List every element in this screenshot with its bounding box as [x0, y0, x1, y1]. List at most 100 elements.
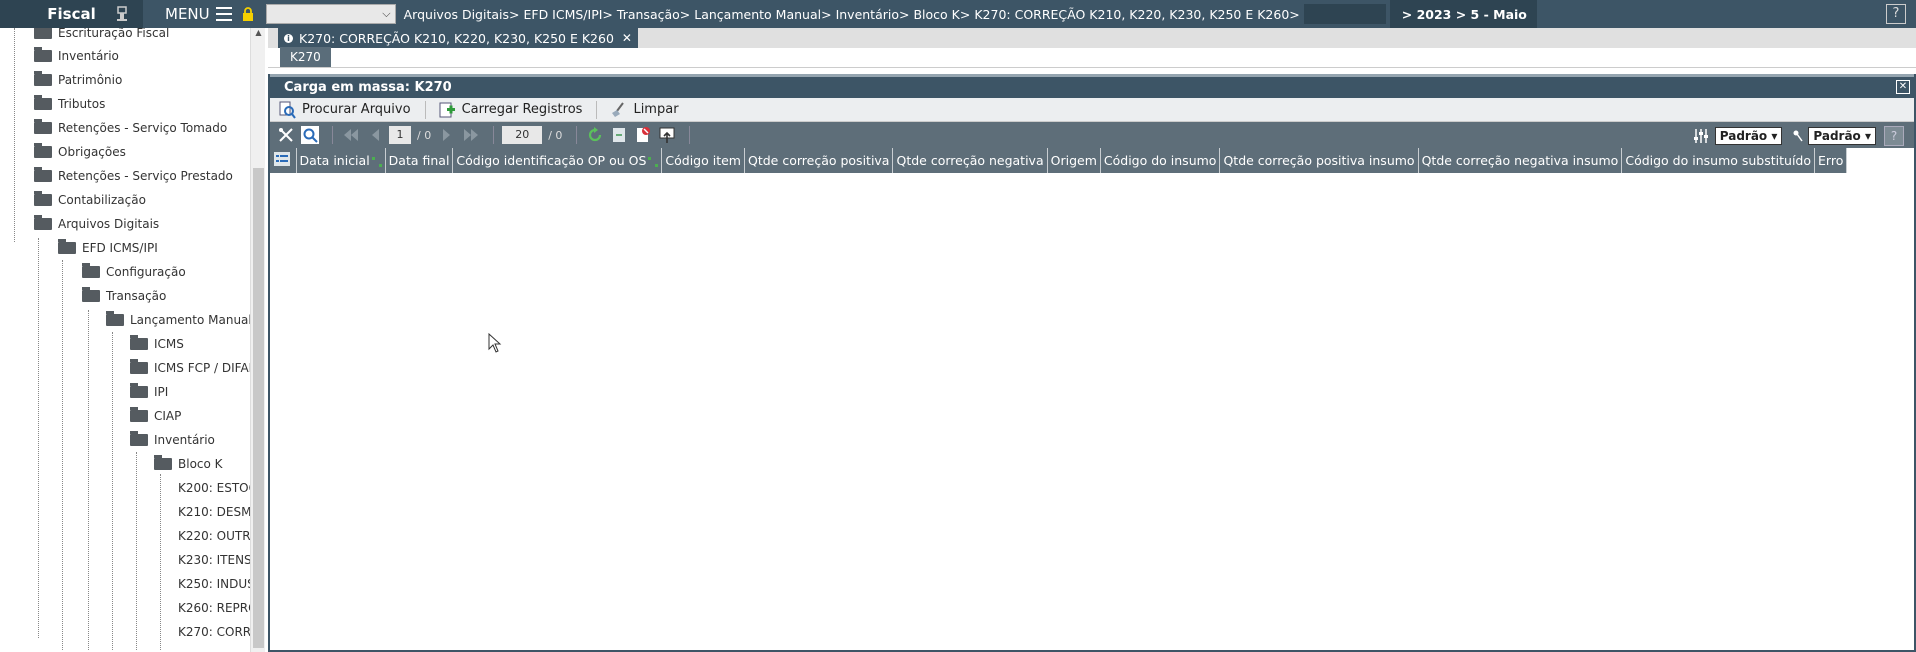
sidebar-item-label: Escrituração Fiscal: [58, 28, 170, 40]
column-label: Qtde correção positiva insumo: [1223, 153, 1415, 168]
breadcrumb-item[interactable]: Lançamento Manual>: [694, 7, 831, 22]
sidebar-item[interactable]: ICMS FCP / DIFAI: [130, 357, 252, 379]
sidebar-item[interactable]: Inventário: [130, 429, 215, 451]
sidebar-item[interactable]: K270: CORR: [178, 621, 251, 643]
first-page-icon[interactable]: [341, 125, 361, 145]
layout-select[interactable]: Padrão ▾: [1714, 127, 1783, 145]
module-box[interactable]: Fiscal: [0, 0, 143, 28]
sidebar-item[interactable]: Tributos: [34, 93, 105, 115]
column-header[interactable]: Código item: [661, 148, 745, 173]
sidebar-item[interactable]: K260: REPRO: [178, 597, 258, 619]
sidebar-item[interactable]: CIAP: [130, 405, 181, 427]
breadcrumb-item[interactable]: Arquivos Digitais>: [404, 7, 520, 22]
folder-icon: [130, 359, 148, 374]
sidebar-scrollbar[interactable]: ▲: [250, 28, 265, 652]
sidebar-item[interactable]: Transação: [82, 285, 166, 307]
subtab-k270[interactable]: K270: [280, 47, 331, 67]
next-page-icon[interactable]: [437, 125, 457, 145]
sidebar-item[interactable]: K230: ITENS: [178, 549, 252, 571]
sidebar-item-label: ICMS FCP / DIFAI: [154, 361, 253, 375]
filter-select[interactable]: Padrão ▾: [1808, 127, 1876, 145]
column-header[interactable]: Código identificação OP ou OS: [452, 148, 663, 173]
sidebar-item[interactable]: IPI: [130, 381, 168, 403]
page-input[interactable]: 1: [389, 126, 411, 144]
close-icon[interactable]: ✕: [622, 31, 632, 45]
column-settings-icon[interactable]: [1691, 126, 1711, 146]
sidebar-item[interactable]: Retenções - Serviço Tomado: [34, 117, 227, 139]
upload-icon[interactable]: [657, 125, 677, 145]
help-button[interactable]: ?: [1886, 4, 1906, 24]
previous-page-icon[interactable]: [365, 125, 385, 145]
breadcrumb-item[interactable]: Transação>: [617, 7, 690, 22]
sidebar-item[interactable]: Inventário: [34, 45, 119, 67]
breadcrumb-item[interactable]: Bloco K>: [913, 7, 970, 22]
toolbar: Procurar Arquivo Carregar Registros Limp…: [270, 98, 1914, 122]
grid-toolbar: 1 / 0 20 / 0 Padrão ▾ Padrão ▾ ?: [270, 122, 1914, 148]
sidebar-item[interactable]: Lançamento Manual: [106, 309, 252, 331]
scrollbar-thumb[interactable]: [253, 168, 264, 648]
column-header[interactable]: Origem: [1047, 148, 1101, 173]
scroll-up-icon[interactable]: ▲: [251, 28, 266, 42]
clear-button[interactable]: Limpar: [609, 101, 679, 119]
search-icon[interactable]: [300, 125, 320, 145]
page-total: / 0: [417, 128, 432, 142]
module-switch-icon[interactable]: [115, 6, 129, 22]
sidebar-item[interactable]: Patrimônio: [34, 69, 122, 91]
sidebar-item-label: Retenções - Serviço Prestado: [58, 169, 233, 183]
sidebar-item-label: IPI: [154, 385, 169, 399]
column-header[interactable]: Qtde correção positiva: [744, 148, 894, 173]
company-select[interactable]: ⌵: [265, 4, 396, 24]
sidebar-item[interactable]: Arquivos Digitais: [34, 213, 159, 235]
breadcrumb-item[interactable]: EFD ICMS/IPI>: [523, 7, 612, 22]
sidebar-item[interactable]: K250: INDUS: [178, 573, 255, 595]
sidebar-item[interactable]: Escrituração Fiscal: [34, 28, 169, 44]
search-file-button[interactable]: Procurar Arquivo: [278, 101, 411, 119]
tree-line: [112, 332, 113, 650]
clear-label: Limpar: [633, 102, 679, 117]
help-icon[interactable]: ?: [1884, 126, 1904, 146]
sidebar-item-label: EFD ICMS/IPI: [82, 241, 158, 255]
column-header[interactable]: Qtde correção positiva insumo: [1219, 148, 1419, 173]
folder-icon: [34, 71, 52, 86]
breadcrumb-item[interactable]: K270: CORREÇÃO K210, K220, K230, K250 E …: [974, 7, 1299, 22]
column-label: Erro: [1818, 153, 1844, 168]
folder-icon: [82, 263, 100, 278]
column-header[interactable]: Qtde correção negativa: [892, 148, 1048, 173]
column-header[interactable]: Código do insumo: [1100, 148, 1221, 173]
tree-line: [62, 260, 63, 650]
column-header[interactable]: Código do insumo substituído: [1621, 148, 1816, 173]
lock-icon[interactable]: [242, 7, 254, 21]
export-icon[interactable]: [609, 125, 629, 145]
sidebar-item[interactable]: K210: DESM: [178, 501, 251, 523]
panel-close-button[interactable]: ✕: [1896, 80, 1910, 94]
sidebar-item-label: Lançamento Manual: [130, 313, 252, 327]
page-size-input[interactable]: 20: [502, 126, 543, 144]
sidebar-item[interactable]: K200: ESTOQ: [178, 477, 258, 499]
breadcrumb-item[interactable]: Inventário>: [836, 7, 910, 22]
folder-icon: [34, 119, 52, 134]
sidebar-item[interactable]: K220: OUTR.: [178, 525, 254, 547]
select-all-column[interactable]: [270, 148, 297, 173]
panel-title: Carga em massa: K270: [284, 80, 452, 95]
sidebar-item[interactable]: ICMS: [130, 333, 184, 355]
sidebar-item[interactable]: Retenções - Serviço Prestado: [34, 165, 233, 187]
grid-menu-icon[interactable]: [274, 152, 290, 166]
column-header[interactable]: Data final: [385, 148, 454, 173]
menu-label[interactable]: MENU: [165, 5, 210, 23]
sidebar-item[interactable]: EFD ICMS/IPI: [58, 237, 158, 259]
refresh-icon[interactable]: [585, 125, 605, 145]
tools-icon[interactable]: [276, 125, 296, 145]
hamburger-icon[interactable]: [215, 7, 232, 21]
load-records-button[interactable]: Carregar Registros: [438, 101, 582, 119]
delete-selected-icon[interactable]: [633, 125, 653, 145]
column-header[interactable]: Data inicial: [296, 148, 386, 173]
sidebar-item[interactable]: Obrigações: [34, 141, 126, 163]
column-header[interactable]: Erro: [1814, 148, 1848, 173]
last-page-icon[interactable]: [461, 125, 481, 145]
sidebar-item[interactable]: Configuração: [82, 261, 186, 283]
tab-k270[interactable]: i K270: CORREÇÃO K210, K220, K230, K250 …: [278, 28, 638, 48]
period-box[interactable]: > 2023 > 5 - Maio: [1389, 0, 1537, 28]
sidebar-item[interactable]: Contabilização: [34, 189, 146, 211]
sidebar-item[interactable]: Bloco K: [154, 453, 223, 475]
column-header[interactable]: Qtde correção negativa insumo: [1418, 148, 1623, 173]
